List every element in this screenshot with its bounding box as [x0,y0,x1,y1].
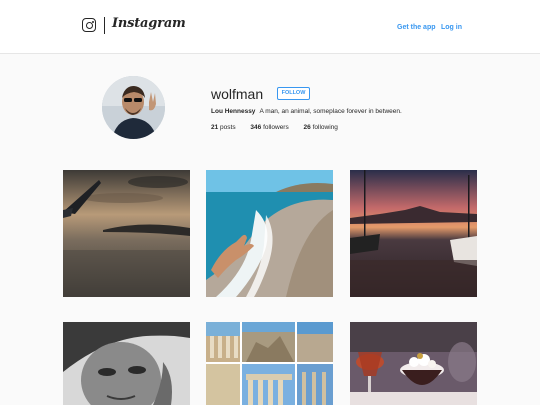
get-the-app-link[interactable]: Get the app [397,24,436,31]
following-label: following [312,124,338,131]
profile-avatar[interactable] [102,76,165,139]
follow-button[interactable]: FOLLOW [277,87,310,100]
profile-stats: 21 posts 346 followers 26 following [211,124,351,131]
profile-full-name: Lou Hennessy [211,108,256,115]
post-thumbnail-ruins-collage[interactable] [206,322,333,405]
posts-stat: 21 posts [211,124,236,131]
post-thumbnail-harbor-sunset[interactable] [350,170,477,297]
instagram-wordmark-logo[interactable]: Instagram [112,16,186,31]
profile-username: wolfman [211,86,264,102]
post-thumbnail-beach-waves[interactable] [206,170,333,297]
post-thumbnail-bw-portrait[interactable] [63,322,190,405]
profile-bio-text: A man, an animal, someplace forever in b… [259,108,402,115]
posts-label: posts [220,124,236,131]
post-thumbnail-airplane-sunset[interactable] [63,170,190,297]
following-stat[interactable]: 26 following [304,124,338,131]
followers-count: 346 [250,124,262,131]
top-navigation-bar: Instagram Get the app Log in [0,0,540,54]
posts-count: 21 [211,124,219,131]
followers-stat[interactable]: 346 followers [250,124,288,131]
log-in-link[interactable]: Log in [441,24,462,31]
profile-bio: Lou Hennessy A man, an animal, someplace … [211,108,402,115]
logo-divider [104,17,105,34]
following-count: 26 [303,124,311,131]
followers-label: followers [263,124,289,131]
post-thumbnail-dessert-drinks[interactable] [350,322,477,405]
instagram-camera-icon[interactable] [82,18,96,32]
